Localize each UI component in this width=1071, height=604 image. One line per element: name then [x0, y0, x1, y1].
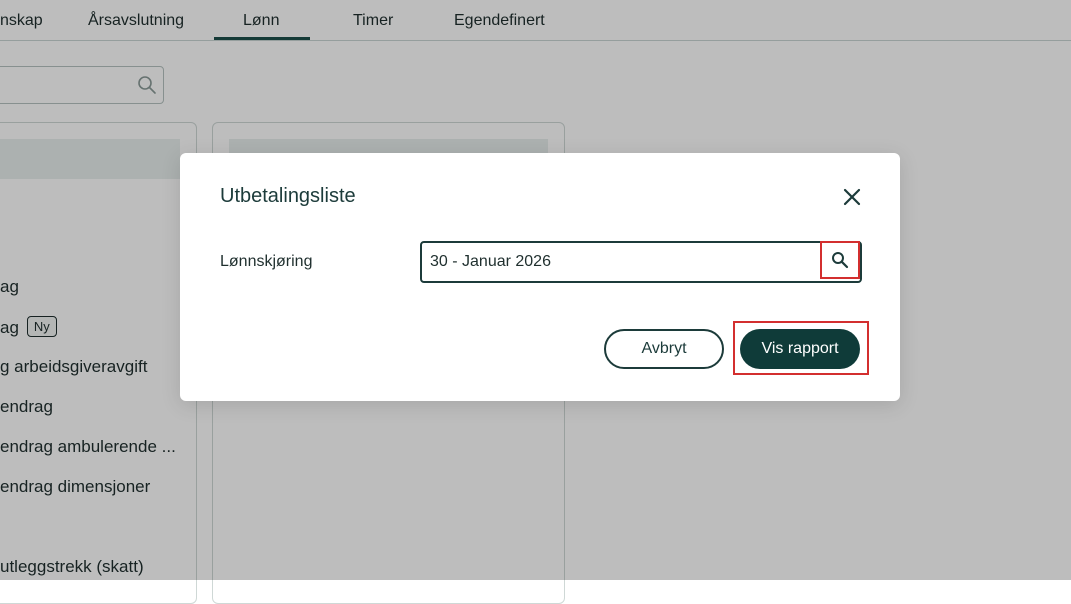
- cancel-button[interactable]: Avbryt: [604, 329, 724, 369]
- show-report-button[interactable]: Vis rapport: [740, 329, 860, 369]
- payroll-run-label: Lønnskjøring: [220, 253, 313, 270]
- search-icon: [832, 252, 849, 269]
- payroll-run-input[interactable]: [430, 243, 810, 281]
- report-dialog: Utbetalingsliste Lønnskjøring Avbryt Vis…: [180, 153, 900, 401]
- dialog-title: Utbetalingsliste: [220, 185, 356, 207]
- close-button[interactable]: [840, 185, 864, 209]
- payroll-run-search-button[interactable]: [820, 241, 860, 279]
- payroll-run-field: [420, 241, 862, 283]
- close-icon: [843, 188, 861, 206]
